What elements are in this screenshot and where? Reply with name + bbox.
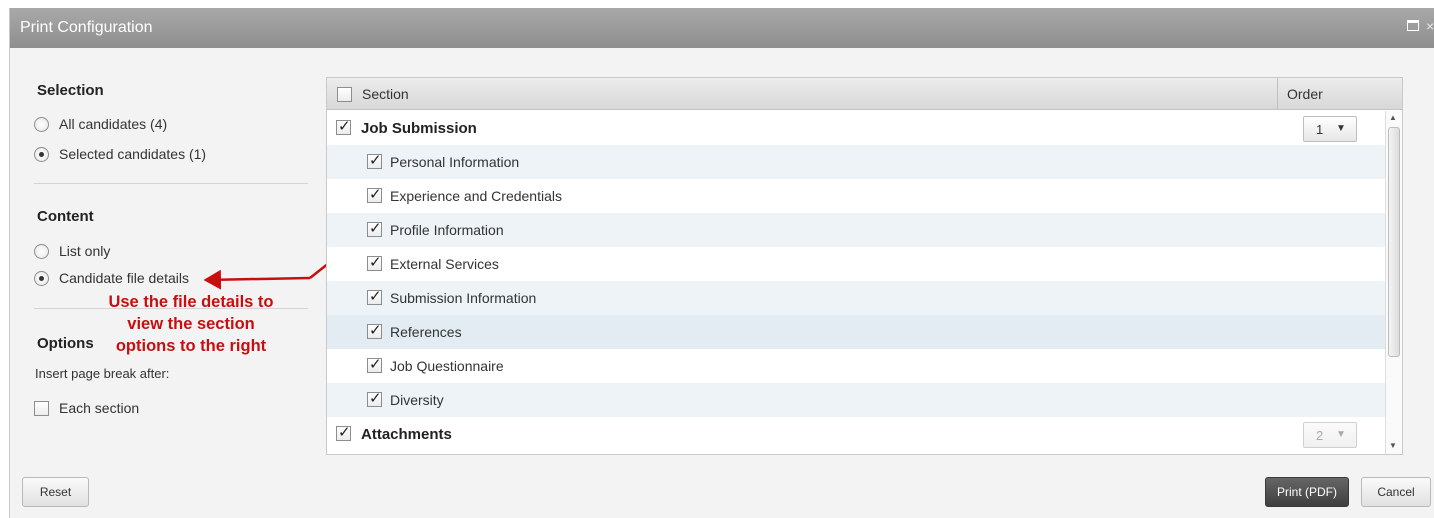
scroll-up-icon[interactable]: ▲ <box>1389 113 1397 122</box>
radio-button[interactable] <box>34 116 49 132</box>
table-row-external-services[interactable]: External Services <box>327 247 1385 281</box>
row-label: Personal Information <box>390 154 520 170</box>
radio-label: List only <box>59 243 111 259</box>
row-checkbox[interactable] <box>367 151 382 169</box>
options-heading: Options <box>37 335 94 352</box>
row-label: Attachments <box>361 426 452 443</box>
row-checkbox[interactable] <box>367 219 382 237</box>
close-icon[interactable]: × <box>1426 18 1434 34</box>
scroll-down-icon[interactable]: ▼ <box>1389 441 1397 450</box>
pagebreak-label: Insert page break after: <box>35 366 170 381</box>
row-label: External Services <box>390 256 499 272</box>
table-row-diversity[interactable]: Diversity <box>327 383 1385 417</box>
order-value: 1 <box>1316 122 1324 137</box>
row-checkbox[interactable] <box>367 287 382 305</box>
radio-list-only[interactable]: List only <box>34 241 110 261</box>
dialog-titlebar[interactable]: Print Configuration × <box>10 8 1434 48</box>
divider <box>34 183 308 184</box>
checkbox[interactable] <box>34 400 49 416</box>
radio-label: Selected candidates (1) <box>59 146 207 162</box>
row-checkbox[interactable] <box>367 253 382 271</box>
chevron-down-icon: ▼ <box>1336 123 1346 134</box>
selection-heading: Selection <box>37 82 104 99</box>
radio-label: Candidate file details <box>59 270 189 286</box>
content-heading: Content <box>37 208 94 225</box>
table-row-job-questionnaire[interactable]: Job Questionnaire <box>327 349 1385 383</box>
header-order-label: Order <box>1287 86 1323 102</box>
radio-button[interactable] <box>34 146 49 162</box>
row-checkbox[interactable] <box>367 389 382 407</box>
table-row-attachments[interactable]: Attachments 2 ▼ <box>327 417 1385 451</box>
column-divider[interactable] <box>1277 78 1278 110</box>
table-header: Section Order <box>327 78 1402 110</box>
radio-button[interactable] <box>34 270 49 286</box>
row-checkbox[interactable] <box>336 423 351 441</box>
row-label: References <box>390 324 462 340</box>
order-value: 2 <box>1316 428 1324 443</box>
select-all-checkbox[interactable] <box>337 86 352 102</box>
row-label: Profile Information <box>390 222 504 238</box>
row-label: Job Questionnaire <box>390 358 504 374</box>
table-scrollbar[interactable]: ▲ ▼ <box>1385 111 1402 454</box>
table-row-references[interactable]: References <box>327 315 1385 349</box>
row-label: Job Submission <box>361 120 477 137</box>
row-label: Diversity <box>390 392 444 408</box>
print-pdf-button[interactable]: Print (PDF) <box>1265 477 1349 507</box>
radio-all-candidates[interactable]: All candidates (4) <box>34 114 167 134</box>
annotation-callout: Use the file details to view the section… <box>108 293 274 355</box>
order-dropdown[interactable]: 2 ▼ <box>1303 422 1357 448</box>
scrollbar-thumb[interactable] <box>1388 127 1400 357</box>
maximize-icon[interactable] <box>1407 20 1419 31</box>
chevron-down-icon: ▼ <box>1336 429 1346 440</box>
row-checkbox[interactable] <box>367 321 382 339</box>
radio-selected-candidates[interactable]: Selected candidates (1) <box>34 144 206 164</box>
checkbox-label: Each section <box>59 400 140 416</box>
order-dropdown[interactable]: 1 ▼ <box>1303 116 1357 142</box>
sections-table: Section Order Job Submission 1 ▼ Persona… <box>326 77 1403 455</box>
row-label: Experience and Credentials <box>390 188 562 204</box>
arrow-left <box>203 269 311 290</box>
checkbox-each-section[interactable]: Each section <box>34 398 139 418</box>
row-checkbox[interactable] <box>367 355 382 373</box>
table-row-submission-information[interactable]: Submission Information <box>327 281 1385 315</box>
header-section-label: Section <box>362 86 409 102</box>
row-label: Submission Information <box>390 290 537 306</box>
radio-label: All candidates (4) <box>59 116 168 132</box>
table-row-profile-information[interactable]: Profile Information <box>327 213 1385 247</box>
reset-button[interactable]: Reset <box>22 477 89 507</box>
table-row-personal-information[interactable]: Personal Information <box>327 145 1385 179</box>
dialog-title: Print Configuration <box>20 19 153 36</box>
radio-button[interactable] <box>34 243 49 259</box>
row-checkbox[interactable] <box>367 185 382 203</box>
table-row-job-submission[interactable]: Job Submission 1 ▼ <box>327 111 1385 145</box>
print-configuration-dialog: Print Configuration × Selection All cand… <box>9 8 1434 518</box>
cancel-button[interactable]: Cancel <box>1361 477 1431 507</box>
row-checkbox[interactable] <box>336 117 351 135</box>
radio-candidate-file-details[interactable]: Candidate file details <box>34 268 189 288</box>
table-row-experience-and-credentials[interactable]: Experience and Credentials <box>327 179 1385 213</box>
header-section-cell[interactable]: Section <box>337 86 409 102</box>
